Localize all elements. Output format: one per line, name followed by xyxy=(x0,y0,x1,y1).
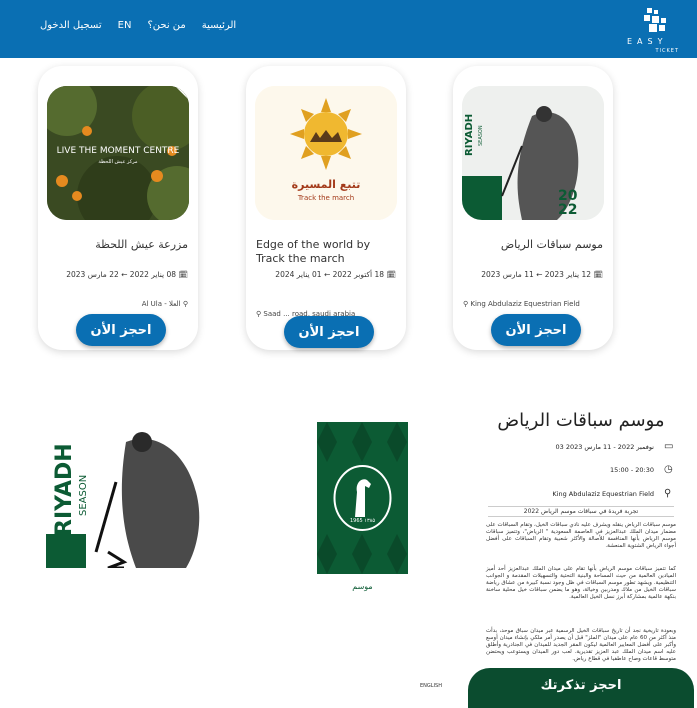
event-tagline: تجربة فريدة في سباقات موسم الرياض 2022 xyxy=(488,506,674,517)
event-date-text: 18 أكتوبر 2022 ← 01 يناير 2024 xyxy=(275,270,385,279)
club-emblem-image: 1965 ۱۳۸۵ xyxy=(317,422,408,574)
thumbnail-caption: تتبع المسيرة xyxy=(291,178,361,191)
language-label[interactable]: ENGLISH xyxy=(420,683,442,689)
event-date-text: 08 يناير 2022 ← 22 مارس 2023 xyxy=(66,270,177,279)
event-location: ⚲ King Abdulaziz Equestrian Field xyxy=(463,300,603,308)
nav-home-link[interactable]: الرئيسية xyxy=(202,20,236,31)
book-now-button[interactable]: احجز الأن xyxy=(284,316,374,348)
calendar-icon: 🗓 xyxy=(593,270,603,279)
event-time-range: 15:00 - 20:30 xyxy=(610,466,654,474)
logo-brand-subtext: TICKET xyxy=(655,48,679,54)
event-title: مزرعة عيش اللحظة xyxy=(95,238,188,251)
description-paragraph-3: وبعودة تاريخية نجد أن تاريخ سباقات الخيل… xyxy=(486,628,676,662)
emblem-caption: موسم xyxy=(352,582,373,591)
event-dates: 🗓 18 أكتوبر 2022 ← 01 يناير 2024 xyxy=(256,270,396,279)
nav-about-link[interactable]: من نحن؟ xyxy=(147,20,185,31)
nav-login-link[interactable]: تسجيل الدخول xyxy=(40,20,102,31)
event-dates: 🗓 08 يناير 2022 ← 22 مارس 2023 xyxy=(48,270,188,279)
book-now-button[interactable]: احجز الأن xyxy=(76,314,166,346)
horse-club-emblem xyxy=(317,422,408,574)
event-poster-image: RIYADH SEASON xyxy=(46,412,222,568)
event-card-riyadh-season-races[interactable]: 20 22 RIYADH SEASON موسم سباقات الرياض 🗓… xyxy=(453,66,613,350)
clock-icon: ◷ xyxy=(664,464,673,475)
event-title: Edge of the world by Track the march xyxy=(256,238,371,265)
event-detail-title: موسم سباقات الرياض xyxy=(497,410,665,431)
calendar-icon: 🗓 xyxy=(178,270,188,279)
easy-ticket-logo[interactable]: EASY TICKET xyxy=(627,6,683,54)
logo-mark-icon xyxy=(644,8,666,32)
thumbnail-caption: RIYADH xyxy=(464,113,475,156)
pin-icon: ⚲ xyxy=(182,300,188,308)
event-venue: King Abdulaziz Equestrian Field xyxy=(552,490,654,498)
event-time-row: 15:00 - 20:30 ◷ xyxy=(488,463,674,477)
description-paragraph-2: كما تتميز سباقات موسم الرياض بأنها تقام … xyxy=(486,566,676,600)
calendar-icon: ▭ xyxy=(664,441,674,452)
event-card-live-the-moment[interactable]: LIVE THE MOMENT CENTRE مركز عيش اللحظة م… xyxy=(38,66,198,350)
poster-title: RIYADH xyxy=(52,443,77,536)
thumbnail-subcaption: Track the march xyxy=(297,194,355,202)
event-title: موسم سباقات الرياض xyxy=(500,238,603,251)
thumbnail-subcaption: SEASON xyxy=(478,125,484,146)
event-location: ⚲ العلا - Al Ula xyxy=(48,300,188,308)
emblem-year: 1965 ۱۳۸۵ xyxy=(349,518,376,524)
thumbnail-caption: LIVE THE MOMENT CENTRE xyxy=(56,146,180,156)
event-thumbnail: 20 22 RIYADH SEASON xyxy=(462,86,604,220)
book-ticket-button[interactable]: احجز تذكرتك xyxy=(468,668,694,708)
description-paragraph-1: موسم سباقات الرياض ينقله ويشرف عليه نادي… xyxy=(486,522,676,549)
event-venue-row: King Abdulaziz Equestrian Field ⚲ xyxy=(488,487,674,501)
event-date-row: 03 نوفمبر 2022 - 11 مارس 2023 ▭ xyxy=(488,440,674,454)
nav-language-toggle[interactable]: EN xyxy=(118,20,132,31)
pin-icon: ⚲ xyxy=(256,310,262,318)
event-date-range: 03 نوفمبر 2022 - 11 مارس 2023 xyxy=(555,443,654,451)
event-thumbnail: LIVE THE MOMENT CENTRE مركز عيش اللحظة xyxy=(47,86,189,220)
poster-subtitle: SEASON xyxy=(78,474,89,516)
logo-brand-text: EASY xyxy=(627,37,668,46)
book-now-button[interactable]: احجز الأن xyxy=(491,314,581,346)
calendar-icon: 🗓 xyxy=(386,270,396,279)
event-dates: 🗓 12 يناير 2023 ← 11 مارس 2023 xyxy=(463,270,603,279)
event-date-text: 12 يناير 2023 ← 11 مارس 2023 xyxy=(481,270,592,279)
event-location-text: العلا - Al Ula xyxy=(141,300,181,308)
svg-text:22: 22 xyxy=(558,202,577,218)
thumbnail-subcaption: مركز عيش اللحظة xyxy=(98,159,138,165)
top-navbar: تسجيل الدخول EN من نحن؟ الرئيسية EASY TI… xyxy=(0,0,697,58)
pin-icon: ⚲ xyxy=(463,300,469,308)
event-thumbnail: تتبع المسيرة Track the march xyxy=(255,86,397,220)
pin-icon: ⚲ xyxy=(664,488,672,499)
event-card-edge-of-the-world[interactable]: تتبع المسيرة Track the march Edge of the… xyxy=(246,66,406,350)
event-location-text: King Abdulaziz Equestrian Field xyxy=(470,300,580,308)
nav-links: تسجيل الدخول EN من نحن؟ الرئيسية xyxy=(40,20,236,31)
